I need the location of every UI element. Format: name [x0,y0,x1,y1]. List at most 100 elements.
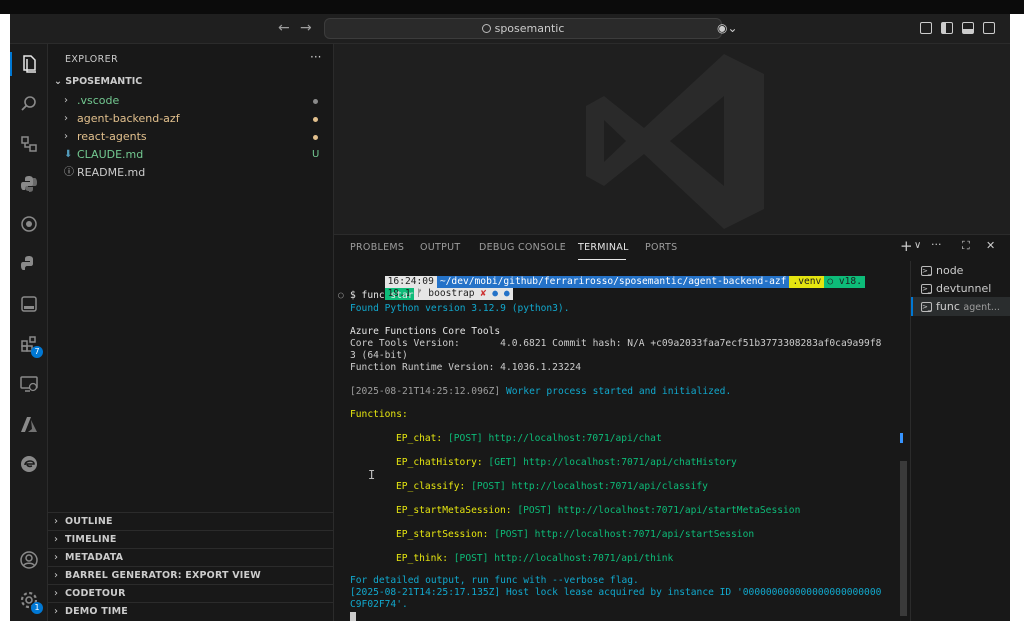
new-terminal-button[interactable]: + [900,237,913,255]
prompt-node: ○ v18. [824,276,865,288]
bottom-panel: PROBLEMS OUTPUT DEBUG CONSOLE TERMINAL P… [334,234,1010,621]
tab-problems[interactable]: PROBLEMS [350,242,404,253]
folder-root-label: SPOSEMANTIC [65,76,143,87]
chevron-right-icon: › [54,606,59,617]
tree-item[interactable]: ⓘ README.md [48,164,333,182]
lock-line: [2025-08-21T14:25:17.135Z] Host lock lea… [350,587,882,598]
explorer-more-button[interactable]: ··· [310,50,321,64]
settings-badge: 1 [31,602,43,614]
tree-item[interactable]: ⬇ CLAUDE.md U [48,146,333,164]
chevron-right-icon: › [64,131,68,142]
section-barrel-generator[interactable]: › BARREL GENERATOR: EXPORT VIEW [48,566,333,584]
arrow-right-icon[interactable]: → [300,20,312,36]
tab-debug-console[interactable]: DEBUG CONSOLE [479,242,566,253]
terminal-profile-dropdown[interactable]: ∨ [914,240,921,251]
terminal-item-devtunnel[interactable]: >_ devtunnel [911,279,1010,298]
run-debug-icon[interactable] [19,214,39,234]
prompt-dirty: ✘ [477,288,490,300]
function-method: [POST] [453,553,489,564]
command-center-label: sposemantic [494,22,565,35]
function-method: [POST] [494,529,529,540]
chevron-right-icon: › [54,516,59,527]
function-url[interactable]: http://localhost:7071/api/classify [512,481,708,492]
section-timeline[interactable]: › TIMELINE [48,530,333,548]
tab-output[interactable]: OUTPUT [420,242,461,253]
python-icon[interactable] [19,174,39,194]
tree-item[interactable]: › agent-backend-azf [48,110,333,128]
toggle-primary-sidebar-icon[interactable] [941,22,953,34]
function-entry: EP_startMetaSession: [POST] http://local… [396,505,800,516]
terminal-scrollbar[interactable] [900,461,907,616]
chevron-right-icon: › [64,113,68,124]
function-url[interactable]: http://localhost:7071/api/chat [488,433,661,444]
chevron-down-icon: ⌄ [54,76,62,87]
section-metadata[interactable]: › METADATA [48,548,333,566]
search-icon[interactable] [19,94,39,114]
chevron-right-icon: › [54,534,59,545]
search-icon [481,24,491,33]
function-name: EP_classify: [396,481,466,492]
function-url[interactable]: http://localhost:7071/api/startSession [535,529,755,540]
tree-item-label: CLAUDE.md [77,148,144,161]
source-control-icon[interactable] [19,134,39,154]
verbose-hint: For detailed output, run func with --ver… [350,575,639,586]
extensions-badge: 7 [31,346,43,358]
terminal-output[interactable]: 16:24:09 ~/dev/mobi/github/ferrarirosso/s… [338,265,902,621]
function-entry: EP_classify: [POST] http://localhost:707… [396,481,708,492]
function-url[interactable]: http://localhost:7071/api/think [494,553,673,564]
remote-explorer-icon[interactable] [19,374,39,394]
activity-bar: 7 1 [10,44,48,621]
account-icon[interactable] [19,550,39,570]
toggle-secondary-sidebar-icon[interactable] [983,22,995,34]
terminal-icon: >_ [921,266,932,276]
tree-item[interactable]: › .vscode [48,92,333,110]
function-name: EP_think: [396,553,448,564]
core-tools-title: Azure Functions Core Tools [350,326,501,337]
function-method: [POST] [471,481,506,492]
explorer-icon[interactable] [19,54,39,74]
section-codetour[interactable]: › CODETOUR [48,584,333,602]
command-line: $ func start [350,290,420,301]
m365-agents-icon[interactable] [19,294,39,314]
worker-line: [2025-08-21T14:25:12.096Z] Worker proces… [350,386,731,397]
panel-more-button[interactable]: ··· [931,238,942,251]
section-outline[interactable]: › OUTLINE [48,512,333,530]
customize-layout-icon[interactable] [920,22,932,34]
azure-icon[interactable] [19,414,39,434]
terminal-icon: >_ [921,302,932,312]
toggle-panel-icon[interactable] [962,22,974,34]
extensions-icon[interactable]: 7 [19,334,43,358]
tree-item-label: README.md [77,166,146,179]
function-method: [GET] [488,457,518,468]
terminal-item-func[interactable]: >_ func agent... [911,297,1010,316]
arrow-left-icon[interactable]: ← [278,20,290,36]
folder-root[interactable]: ⌄ SPOSEMANTIC [54,76,142,87]
close-panel-button[interactable]: ✕ [986,239,995,252]
section-demo-time[interactable]: › DEMO TIME [48,602,333,620]
active-indicator [911,297,913,316]
chevron-right-icon: › [54,588,59,599]
gear-icon[interactable]: 1 [19,590,43,614]
maximize-panel-button[interactable]: ⛶ [962,239,970,253]
function-url[interactable]: http://localhost:7071/api/startMetaSessi… [558,505,801,516]
tab-terminal[interactable]: TERMINAL [578,242,629,253]
lock-line-cont: C9F02F74'. [350,599,408,610]
terminal-list: >_ node >_ devtunnel >_ func agent... [910,261,1010,621]
prompt-branch: ᚠ boostrap [413,288,478,300]
copilot-icon[interactable]: ◉⌄ [717,21,738,35]
python-environments-icon[interactable] [19,254,39,274]
modified-dot-icon [313,99,318,104]
command-center-search[interactable]: sposemantic [324,18,722,39]
terminal-item-node[interactable]: >_ node [911,261,1010,280]
function-name: EP_chatHistory: [396,457,483,468]
chevron-right-icon: › [54,552,59,563]
explorer-sidebar: EXPLORER ··· ⌄ SPOSEMANTIC › .vscode › agen… [48,44,334,621]
terminal-item-label: func [936,300,960,313]
command-decoration: ○ [338,290,344,301]
function-name: EP_chat: [396,433,443,444]
tab-ports[interactable]: PORTS [645,242,677,253]
edge-icon[interactable] [19,454,39,474]
function-url[interactable]: http://localhost:7071/api/chatHistory [523,457,737,468]
tree-item[interactable]: › react-agents [48,128,333,146]
tree-item-label: .vscode [77,94,120,107]
